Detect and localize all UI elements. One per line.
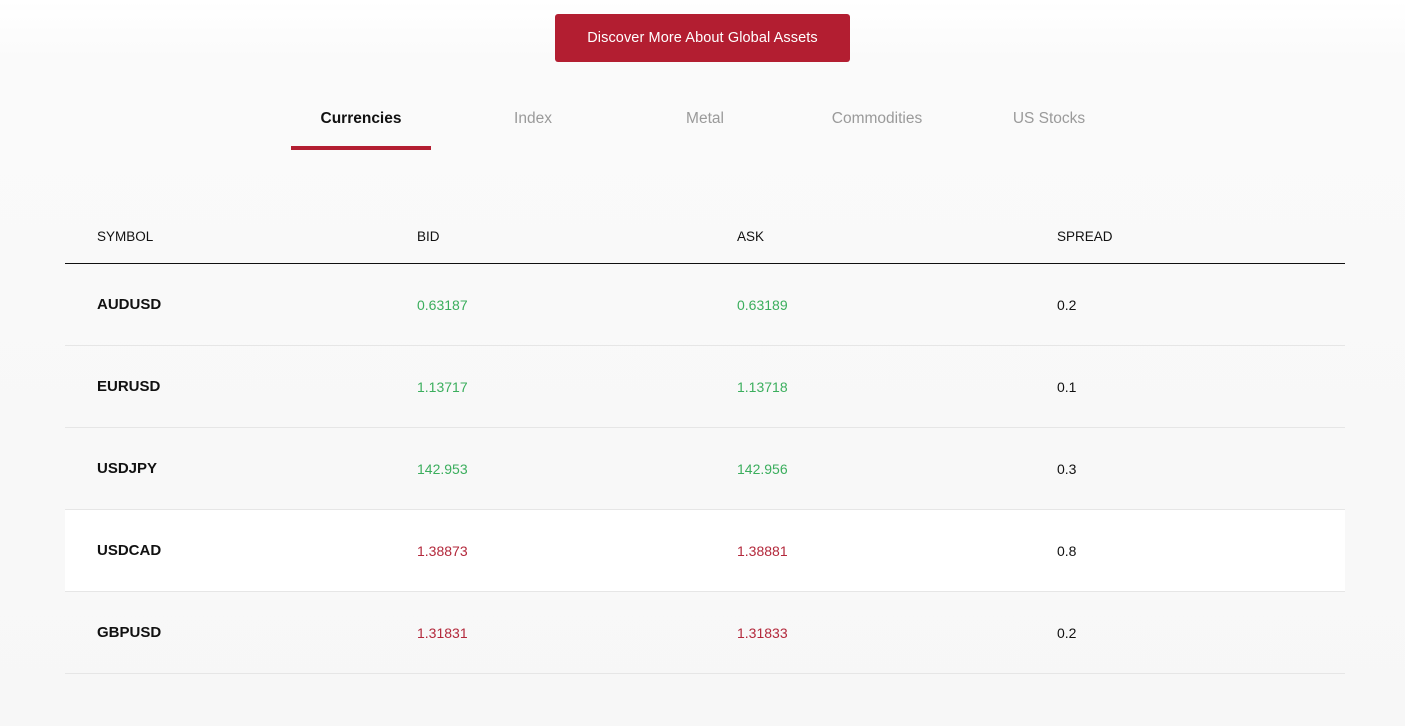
table-row: EURUSD 1.13717 1.13718 0.1	[65, 346, 1345, 428]
table-row: USDCAD 1.38873 1.38881 0.8	[65, 510, 1345, 592]
tab-currencies[interactable]: Currencies	[275, 96, 447, 150]
ask-cell: 142.956	[737, 460, 788, 477]
cta-container: Discover More About Global Assets	[0, 14, 1405, 62]
bid-cell: 1.31831	[417, 624, 468, 641]
discover-global-assets-button[interactable]: Discover More About Global Assets	[555, 14, 850, 62]
ask-cell: 0.63189	[737, 296, 788, 313]
asset-class-tabs: Currencies Index Metal Commodities US St…	[275, 96, 1135, 150]
ask-cell: 1.31833	[737, 624, 788, 641]
header-bid: BID	[417, 229, 440, 244]
spread-cell: 0.2	[1057, 624, 1077, 641]
header-symbol: SYMBOL	[97, 229, 154, 244]
table-row: USDJPY 142.953 142.956 0.3	[65, 428, 1345, 510]
symbol-cell: EURUSD	[97, 378, 161, 395]
table-row: GBPUSD 1.31831 1.31833 0.2	[65, 592, 1345, 674]
symbol-cell: AUDUSD	[97, 296, 162, 313]
tab-index[interactable]: Index	[447, 96, 619, 150]
bid-cell: 1.13717	[417, 378, 468, 395]
ask-cell: 1.13718	[737, 378, 788, 395]
header-ask: ASK	[737, 229, 765, 244]
bid-cell: 1.38873	[417, 542, 468, 559]
table-row: AUDUSD 0.63187 0.63189 0.2	[65, 264, 1345, 346]
tab-metal[interactable]: Metal	[619, 96, 791, 150]
header-spread: SPREAD	[1057, 229, 1113, 244]
spread-cell: 0.8	[1057, 542, 1077, 559]
ask-cell: 1.38881	[737, 542, 788, 559]
table-header-row: SYMBOL BID ASK SPREAD	[65, 210, 1345, 264]
spread-cell: 0.1	[1057, 378, 1077, 395]
spread-cell: 0.3	[1057, 460, 1077, 477]
symbol-cell: USDCAD	[97, 542, 162, 559]
tab-us-stocks[interactable]: US Stocks	[963, 96, 1135, 150]
symbol-cell: GBPUSD	[97, 624, 162, 641]
tab-commodities[interactable]: Commodities	[791, 96, 963, 150]
spread-cell: 0.2	[1057, 296, 1077, 313]
quotes-table: SYMBOL BID ASK SPREAD AUDUSD 0.63187 0.6…	[65, 210, 1345, 674]
symbol-cell: USDJPY	[97, 460, 158, 477]
bid-cell: 142.953	[417, 460, 468, 477]
bid-cell: 0.63187	[417, 296, 468, 313]
